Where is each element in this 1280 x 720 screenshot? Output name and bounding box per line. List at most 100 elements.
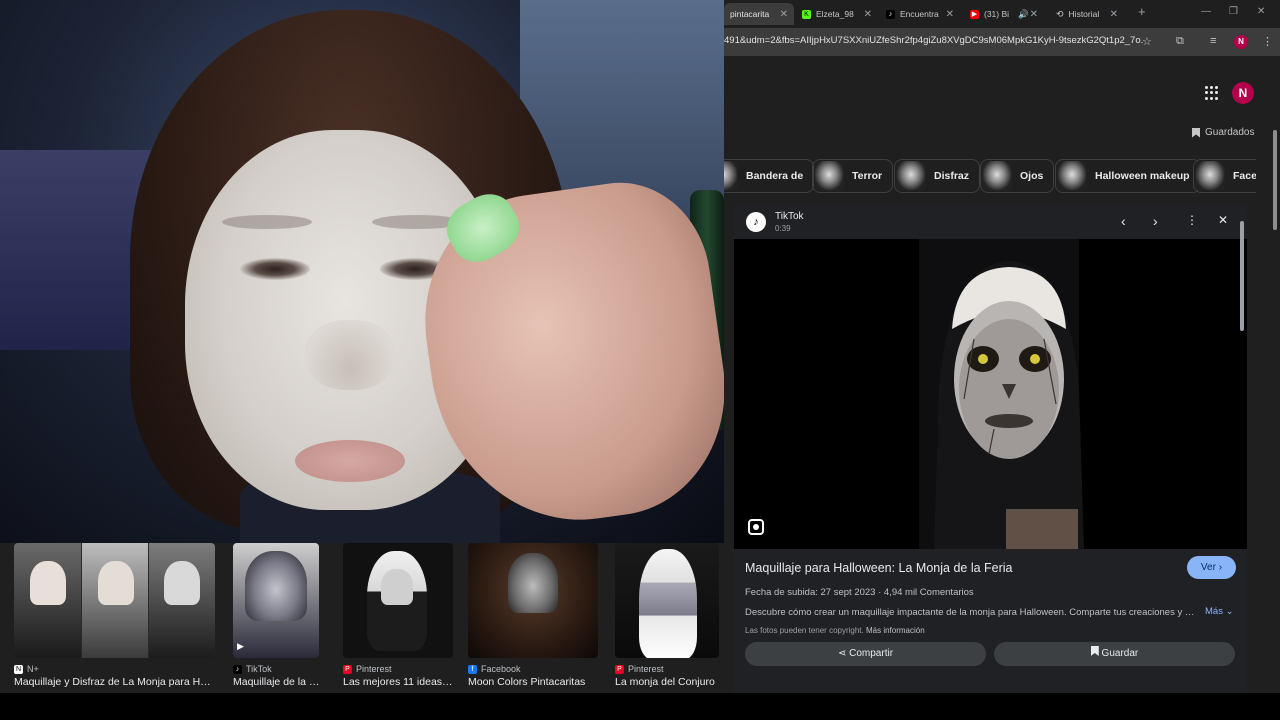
tab-encuentra[interactable]: ♪ Encuentra ✕ xyxy=(880,3,960,25)
result-source: f Facebook xyxy=(468,664,521,674)
image-result[interactable]: P Pinterest Las mejores 11 ideas ... xyxy=(343,543,453,693)
image-results-row: N N+ Maquillaje y Disfraz de La Monja par… xyxy=(0,543,724,693)
webcam-left-eye xyxy=(240,258,310,280)
preview-image[interactable] xyxy=(734,239,1247,549)
chip-bandera[interactable]: Bandera de xyxy=(724,159,815,193)
result-title[interactable]: Moon Colors Pintacaritas xyxy=(468,676,598,688)
result-image[interactable]: ▶ xyxy=(233,543,319,658)
chip-ojos[interactable]: Ojos xyxy=(980,159,1055,193)
minimize-icon[interactable]: — xyxy=(1201,6,1211,17)
saved-link[interactable]: Guardados xyxy=(1192,127,1254,138)
next-icon[interactable]: › xyxy=(1153,213,1158,229)
address-toolbar: 491&udm=2&fbs=AIIjpHxU7SXXniUZfeShr2fp4g… xyxy=(724,28,1280,56)
preview-source[interactable]: TikTok xyxy=(775,211,804,222)
result-title[interactable]: Las mejores 11 ideas ... xyxy=(343,676,453,688)
more-button[interactable]: Más ⌄ xyxy=(1205,606,1234,617)
facebook-icon: f xyxy=(468,664,477,674)
close-window-icon[interactable]: ✕ xyxy=(1257,6,1265,17)
image-result[interactable]: f Facebook Moon Colors Pintacaritas xyxy=(468,543,598,693)
preview-scrollbar[interactable] xyxy=(1238,205,1247,693)
image-preview-panel: ♪ TikTok 0:39 ‹ › ⋮ ✕ Maquillaje para Ha… xyxy=(734,205,1247,693)
tab-youtube[interactable]: ▶ (31) Bi 🔊 ✕ xyxy=(964,3,1044,25)
share-icon: ⋖ xyxy=(837,648,847,659)
more-info-link[interactable]: Más información xyxy=(866,626,925,635)
close-tab-icon[interactable]: ✕ xyxy=(1110,9,1118,20)
result-title[interactable]: Maquillaje de la m... xyxy=(233,676,325,688)
result-source: P Pinterest xyxy=(615,664,664,674)
chip-disfraz[interactable]: Disfraz xyxy=(894,159,981,193)
apps-grid-icon[interactable] xyxy=(1205,86,1219,100)
chevron-right-icon: › xyxy=(1218,562,1223,573)
close-tab-icon[interactable]: ✕ xyxy=(946,9,954,20)
image-result[interactable]: N N+ Maquillaje y Disfraz de La Monja par… xyxy=(14,543,215,693)
bookmark-icon xyxy=(1090,646,1099,656)
kick-icon: K xyxy=(802,9,811,19)
tab-historial[interactable]: ⟲ Historial ✕ xyxy=(1050,3,1124,25)
browser-window: pintacarita ✕ K Elzeta_98 ✕ ♪ Encuentra ✕ ▶ (3… xyxy=(724,0,1280,693)
google-lens-icon[interactable] xyxy=(748,519,764,535)
account-avatar[interactable]: N xyxy=(1232,82,1254,104)
related-search-chips: Bandera de Terror Disfraz Ojos Halloween… xyxy=(724,159,1256,193)
share-button[interactable]: ⋖ Compartir xyxy=(745,642,986,666)
media-controls-icon[interactable]: ≡ xyxy=(1210,35,1216,47)
result-image[interactable] xyxy=(468,543,598,658)
preview-meta: Fecha de subida: 27 sept 2023 · 4,94 mil… xyxy=(745,587,974,598)
profile-avatar[interactable]: N xyxy=(1234,35,1248,49)
image-result[interactable]: ▶ ♪ TikTok Maquillaje de la m... xyxy=(233,543,325,693)
preview-header: ♪ TikTok 0:39 ‹ › ⋮ ✕ xyxy=(734,205,1247,239)
result-source: P Pinterest xyxy=(343,664,392,674)
restore-icon[interactable]: ❐ xyxy=(1229,6,1238,17)
new-tab-button[interactable]: + xyxy=(1138,4,1146,19)
webcam-left-brow xyxy=(222,215,312,229)
webcam-video xyxy=(0,0,724,543)
result-title[interactable]: La monja del Conjuro xyxy=(615,676,719,688)
extensions-icon[interactable]: ⧉ xyxy=(1176,35,1184,48)
menu-icon[interactable]: ⋮ xyxy=(1262,35,1273,48)
audio-icon[interactable]: 🔊 xyxy=(1018,9,1029,20)
result-source: N N+ xyxy=(14,664,39,674)
history-icon: ⟲ xyxy=(1056,8,1064,19)
result-source: ♪ TikTok xyxy=(233,664,272,674)
tab-pintacarita[interactable]: pintacarita ✕ xyxy=(724,3,794,25)
close-tab-icon[interactable]: ✕ xyxy=(864,9,872,20)
nplus-icon: N xyxy=(14,664,23,674)
tiktok-icon: ♪ xyxy=(233,664,242,674)
chip-halloween-makeup[interactable]: Halloween makeup xyxy=(1055,159,1201,193)
tiktok-icon: ♪ xyxy=(746,212,766,232)
result-image[interactable] xyxy=(14,543,215,658)
close-preview-icon[interactable]: ✕ xyxy=(1218,213,1228,227)
more-options-icon[interactable]: ⋮ xyxy=(1186,213,1198,227)
tab-bar: pintacarita ✕ K Elzeta_98 ✕ ♪ Encuentra ✕ ▶ (3… xyxy=(724,0,1280,28)
chip-face[interactable]: Face xyxy=(1193,159,1256,193)
result-image[interactable] xyxy=(343,543,453,658)
previous-icon[interactable]: ‹ xyxy=(1121,213,1126,229)
tab-elzeta[interactable]: K Elzeta_98 ✕ xyxy=(796,3,878,25)
page-scrollbar[interactable] xyxy=(1270,116,1280,720)
youtube-icon: ▶ xyxy=(970,9,979,19)
chip-terror[interactable]: Terror xyxy=(812,159,894,193)
close-tab-icon[interactable]: ✕ xyxy=(1030,9,1038,20)
view-button[interactable]: Ver › xyxy=(1187,556,1236,579)
image-result[interactable]: P Pinterest La monja del Conjuro xyxy=(615,543,719,693)
save-button[interactable]: Guardar xyxy=(994,642,1235,666)
bookmark-icon xyxy=(1192,127,1200,138)
result-image[interactable] xyxy=(615,543,719,658)
tiktok-icon: ♪ xyxy=(886,9,895,19)
google-images-page: N Guardados Bandera de Terror Disfraz Oj… xyxy=(724,56,1280,693)
bottom-bar xyxy=(0,693,1280,720)
preview-title[interactable]: Maquillaje para Halloween: La Monja de l… xyxy=(745,561,1013,575)
result-title[interactable]: Maquillaje y Disfraz de La Monja para Ha… xyxy=(14,676,215,688)
webcam-nose xyxy=(305,320,395,390)
nun-makeup-image xyxy=(734,239,1247,549)
video-play-icon: ▶ xyxy=(237,641,244,651)
close-tab-icon[interactable]: ✕ xyxy=(780,9,788,20)
screen: N N+ Maquillaje y Disfraz de La Monja par… xyxy=(0,0,1280,720)
bookmark-star-icon[interactable]: ☆ xyxy=(1142,35,1152,48)
pinterest-icon: P xyxy=(615,664,624,674)
pinterest-icon: P xyxy=(343,664,352,674)
preview-description: Descubre cómo crear un maquillaje impact… xyxy=(745,607,1195,618)
preview-duration: 0:39 xyxy=(775,224,791,233)
address-bar[interactable]: 491&udm=2&fbs=AIIjpHxU7SXXniUZfeShr2fp4g… xyxy=(724,35,1144,51)
chevron-down-icon: ⌄ xyxy=(1225,606,1234,617)
webcam-lips xyxy=(295,440,405,482)
